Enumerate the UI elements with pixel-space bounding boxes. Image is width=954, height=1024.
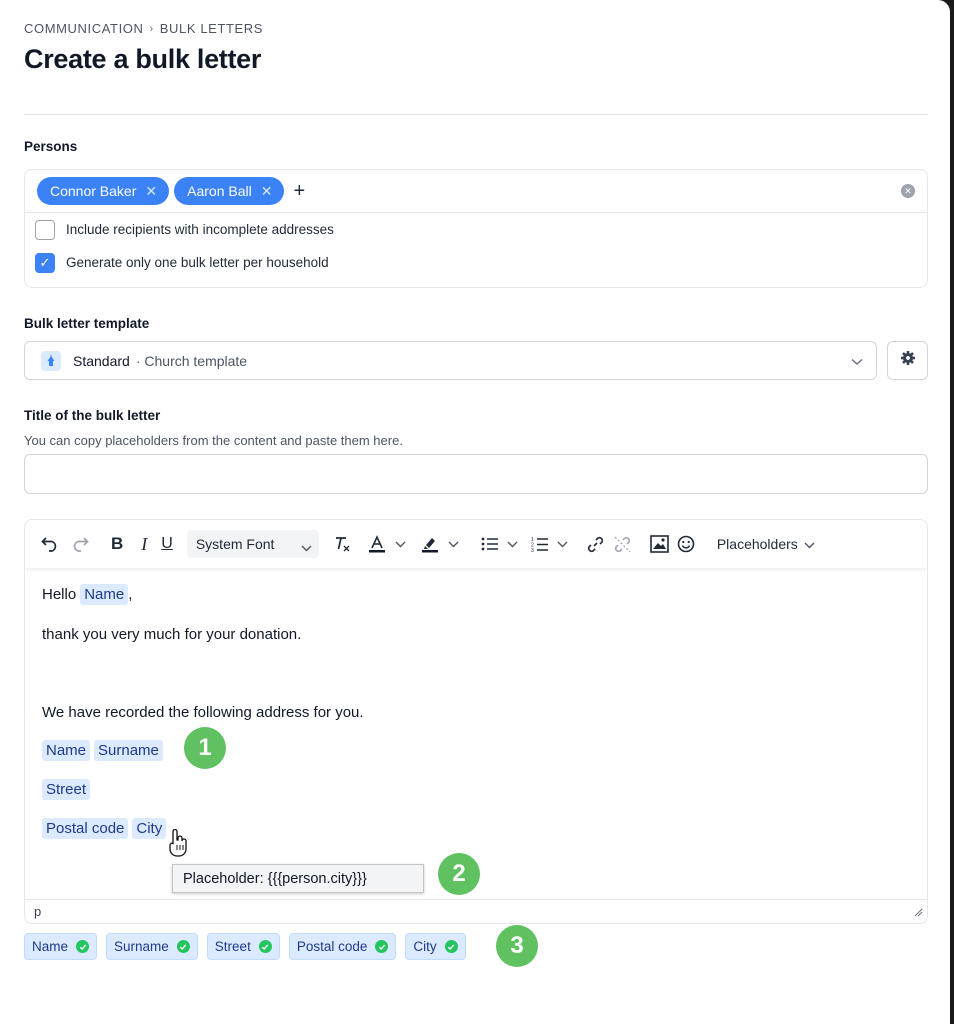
- used-placeholder-label: Name: [32, 939, 69, 954]
- remove-chip-icon[interactable]: ✕: [145, 183, 157, 200]
- placeholder-token[interactable]: Postal code: [42, 818, 129, 839]
- chevron-down-icon[interactable]: [507, 541, 518, 548]
- bold-icon[interactable]: B: [111, 534, 123, 554]
- header-divider: [24, 114, 928, 115]
- include-incomplete-option[interactable]: Include recipients with incomplete addre…: [25, 213, 927, 246]
- placeholder-token[interactable]: Surname: [94, 740, 163, 761]
- placeholder-token[interactable]: Name: [80, 584, 129, 605]
- placeholder-tooltip: Placeholder: {{{person.city}}}: [172, 864, 424, 893]
- font-family-value: System Font: [195, 536, 275, 552]
- used-placeholder-label: Surname: [114, 939, 169, 954]
- persons-label: Persons: [24, 139, 78, 154]
- step-badge-2: 2: [438, 853, 480, 895]
- redo-icon[interactable]: [71, 536, 89, 552]
- one-per-household-checkbox[interactable]: ✓: [35, 252, 55, 273]
- breadcrumb-separator: ›: [149, 22, 154, 35]
- bullet-list-icon[interactable]: [481, 536, 499, 552]
- person-chip-label: Connor Baker: [50, 183, 137, 199]
- resize-handle-icon[interactable]: [914, 905, 923, 920]
- one-per-household-label: Generate only one bulk letter per househ…: [66, 255, 329, 270]
- used-placeholder-chip[interactable]: Postal code: [288, 933, 397, 960]
- placeholder-token[interactable]: City: [132, 818, 167, 839]
- used-placeholders: Name Surname Street Postal code City: [24, 933, 466, 960]
- bulk-letter-page: COMMUNICATION › BULK LETTERS Create a bu…: [0, 0, 950, 1024]
- template-type: · Church template: [135, 352, 248, 369]
- used-placeholder-chip[interactable]: Street: [206, 933, 280, 960]
- breadcrumb-communication[interactable]: COMMUNICATION: [24, 21, 144, 36]
- hand-cursor-icon: [166, 828, 190, 864]
- greeting-comma: ,: [128, 586, 133, 603]
- street-line: Street: [42, 779, 94, 800]
- unlink-icon[interactable]: [613, 535, 632, 554]
- placeholders-menu[interactable]: Placeholders: [717, 536, 815, 552]
- letter-title-hint: You can copy placeholders from the conte…: [24, 433, 403, 448]
- placeholders-menu-label: Placeholders: [716, 536, 798, 552]
- template-name: Standard: [73, 352, 130, 369]
- church-icon: [41, 350, 61, 371]
- persons-chip-row[interactable]: Connor Baker ✕ Aaron Ball ✕ + ✕: [25, 170, 927, 213]
- editor-status-bar: p: [25, 899, 927, 923]
- city-line: Postal code City: [42, 818, 170, 839]
- svg-text:3: 3: [531, 548, 534, 553]
- chevron-down-icon: [851, 353, 863, 369]
- check-icon: [176, 940, 190, 953]
- check-icon: [375, 940, 389, 953]
- remove-chip-icon[interactable]: ✕: [261, 183, 273, 200]
- image-icon[interactable]: [650, 535, 669, 553]
- template-label: Bulk letter template: [24, 316, 150, 331]
- include-incomplete-label: Include recipients with incomplete addre…: [66, 222, 334, 237]
- editor-toolbar: B I U System Font 1 2 3 Placeholders: [25, 520, 927, 568]
- chevron-down-icon[interactable]: [448, 541, 459, 548]
- address-intro-line: We have recorded the following address f…: [42, 704, 364, 721]
- check-icon: [444, 940, 458, 953]
- person-chip[interactable]: Aaron Ball ✕: [174, 177, 285, 205]
- used-placeholder-chip[interactable]: City: [405, 933, 466, 960]
- used-placeholder-chip[interactable]: Surname: [106, 933, 198, 960]
- template-settings-button[interactable]: [887, 341, 928, 380]
- breadcrumb: COMMUNICATION › BULK LETTERS: [24, 21, 263, 36]
- link-icon[interactable]: [586, 535, 605, 554]
- letter-title-input[interactable]: [24, 454, 928, 494]
- used-placeholder-label: City: [413, 939, 437, 954]
- chevron-down-icon[interactable]: [395, 541, 406, 548]
- clear-format-icon[interactable]: [333, 535, 351, 553]
- greeting-text: Hello: [42, 586, 77, 603]
- underline-icon[interactable]: U: [161, 535, 173, 553]
- chevron-down-icon: [804, 536, 815, 552]
- thanks-line: thank you very much for your donation.: [42, 626, 302, 643]
- persons-field: Connor Baker ✕ Aaron Ball ✕ + ✕ Include …: [24, 169, 928, 288]
- check-icon: [258, 940, 272, 953]
- person-chip-label: Aaron Ball: [187, 183, 252, 199]
- letter-title-label: Title of the bulk letter: [24, 408, 161, 423]
- placeholder-token[interactable]: Street: [42, 779, 91, 800]
- person-chip[interactable]: Connor Baker ✕: [37, 177, 170, 205]
- placeholder-token[interactable]: Name: [42, 740, 91, 761]
- numbered-list-icon[interactable]: 123: [531, 536, 549, 553]
- clear-all-icon[interactable]: ✕: [901, 184, 915, 198]
- greeting-line: Hello Name ,: [42, 584, 132, 605]
- breadcrumb-bulk-letters[interactable]: BULK LETTERS: [160, 21, 263, 36]
- gear-icon: [900, 350, 916, 371]
- include-incomplete-checkbox[interactable]: [35, 219, 55, 240]
- used-placeholder-chip[interactable]: Name: [24, 933, 98, 960]
- page-title: Create a bulk letter: [24, 44, 262, 74]
- highlight-icon[interactable]: [420, 534, 440, 554]
- add-person-icon[interactable]: +: [293, 181, 305, 201]
- undo-icon[interactable]: [41, 536, 59, 552]
- emoji-icon[interactable]: [677, 535, 695, 553]
- font-family-select[interactable]: System Font: [186, 530, 319, 558]
- name-line: Name Surname: [42, 740, 167, 761]
- step-badge-1: 1: [184, 727, 226, 769]
- one-per-household-option[interactable]: ✓ Generate only one bulk letter per hous…: [25, 246, 927, 279]
- chevron-down-icon[interactable]: [557, 541, 568, 548]
- used-placeholder-label: Street: [214, 939, 251, 954]
- chevron-down-icon: [301, 539, 312, 555]
- used-placeholder-label: Postal code: [296, 939, 368, 954]
- text-color-icon[interactable]: [367, 534, 387, 554]
- element-path[interactable]: p: [34, 904, 41, 919]
- italic-icon[interactable]: I: [141, 534, 147, 555]
- step-badge-3: 3: [496, 925, 538, 967]
- template-select[interactable]: Standard · Church template: [24, 341, 877, 380]
- check-icon: [76, 940, 90, 953]
